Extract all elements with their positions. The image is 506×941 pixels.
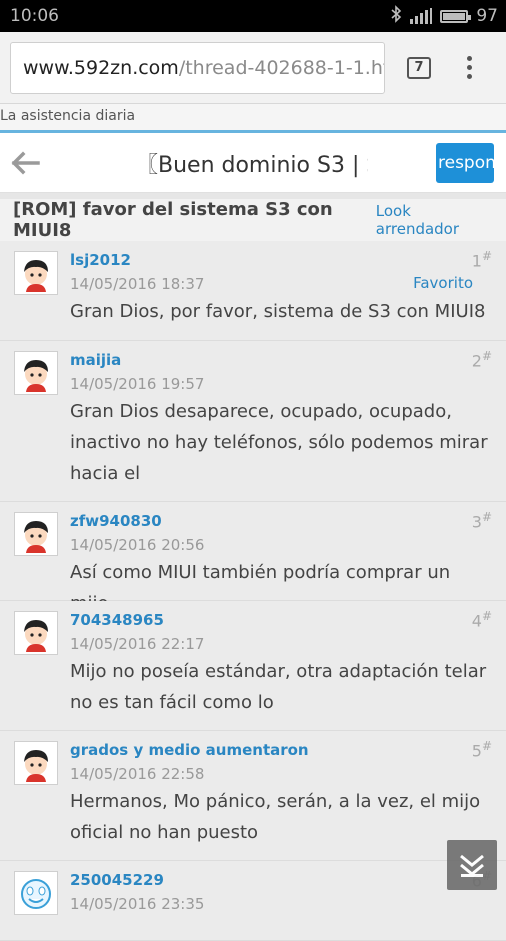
post-date: 14/05/2016 22:58 <box>70 765 205 783</box>
status-time: 10:06 <box>10 6 59 26</box>
overflow-menu-icon[interactable] <box>467 56 473 79</box>
post-username[interactable]: zfw940830 <box>70 512 492 530</box>
look-owner-link[interactable]: Look arrendador <box>376 202 492 238</box>
avatar[interactable] <box>14 741 58 785</box>
post-list: lsj2012 14/05/2016 18:37 Gran Dios, por … <box>0 241 506 941</box>
post-date: 14/05/2016 22:17 <box>70 635 205 653</box>
page-nav: 〖Buen dominio S3 | S3 respon <box>0 133 506 193</box>
post-username[interactable]: 704348965 <box>70 611 492 629</box>
browser-toolbar: www.592zn.com/thread-402688-1-1.ht 7 <box>0 32 506 104</box>
floor-number: 3# <box>471 510 492 532</box>
post-item: maijia 14/05/2016 19:57 Gran Dios desapa… <box>0 341 506 502</box>
post-username[interactable]: lsj2012 <box>70 251 492 269</box>
signal-icon <box>410 8 433 24</box>
page-title: 〖Buen dominio S3 | S3 <box>136 152 368 178</box>
post-body: 704348965 14/05/2016 22:17 Mijo no poseí… <box>70 611 492 718</box>
floor-number: 1# <box>471 249 492 271</box>
floor-number: 5# <box>471 739 492 761</box>
post-text: Gran Dios desaparece, ocupado, ocupado, … <box>70 401 488 484</box>
battery-icon <box>440 9 472 23</box>
post-date: 14/05/2016 20:56 <box>70 536 205 554</box>
post-item: grados y medio aumentaron 14/05/2016 22:… <box>0 731 506 861</box>
reply-button[interactable]: respon <box>436 143 494 183</box>
avatar[interactable] <box>14 251 58 295</box>
post-date: 14/05/2016 23:35 <box>70 895 205 913</box>
post-item: 704348965 14/05/2016 22:17 Mijo no poseí… <box>0 601 506 731</box>
thread-title: [ROM] favor del sistema S3 con MIUI8 <box>13 199 333 241</box>
arrow-left-icon[interactable] <box>10 148 44 178</box>
post-username[interactable]: 250045229 <box>70 871 492 889</box>
thread-header: [ROM] favor del sistema S3 con MIUI8 Loo… <box>0 193 506 241</box>
post-username[interactable]: grados y medio aumentaron <box>70 741 492 759</box>
post-item: 250045229 14/05/2016 23:35 6# <box>0 861 506 941</box>
post-body: maijia 14/05/2016 19:57 Gran Dios desapa… <box>70 351 492 489</box>
favorite-link[interactable]: Favorito <box>413 274 473 292</box>
post-body: grados y medio aumentaron 14/05/2016 22:… <box>70 741 492 848</box>
post-username[interactable]: maijia <box>70 351 492 369</box>
floor-number: 4# <box>471 609 492 631</box>
url-domain: www.592zn.com <box>23 56 179 79</box>
status-bar: 10:06 97 <box>0 0 506 32</box>
avatar[interactable] <box>14 611 58 655</box>
post-date: 14/05/2016 19:57 <box>70 375 205 393</box>
status-icons: 97 <box>390 4 498 28</box>
bluetooth-icon <box>390 4 402 28</box>
post-body: zfw940830 14/05/2016 20:56 Así como MIUI… <box>70 512 492 614</box>
floor-number: 2# <box>471 349 492 371</box>
post-item: lsj2012 14/05/2016 18:37 Gran Dios, por … <box>0 241 506 341</box>
tab-switcher-button[interactable]: 7 <box>407 56 431 79</box>
post-body: 250045229 14/05/2016 23:35 <box>70 871 492 928</box>
post-text: Hermanos, Mo pánico, serán, a la vez, el… <box>70 791 481 843</box>
avatar[interactable] <box>14 512 58 556</box>
post-item: zfw940830 14/05/2016 20:56 Así como MIUI… <box>0 502 506 614</box>
battery-level: 97 <box>476 6 498 26</box>
post-text: Gran Dios, por favor, sistema de S3 con … <box>70 301 486 322</box>
post-text: Mijo no poseía estándar, otra adaptación… <box>70 661 487 713</box>
scroll-to-bottom-icon[interactable] <box>447 840 497 890</box>
url-bar[interactable]: www.592zn.com/thread-402688-1-1.ht <box>10 41 385 94</box>
url-path: /thread-402688-1-1.ht <box>178 56 385 79</box>
avatar[interactable] <box>14 351 58 395</box>
site-name: La asistencia diaria <box>0 104 506 133</box>
avatar[interactable] <box>14 871 58 915</box>
